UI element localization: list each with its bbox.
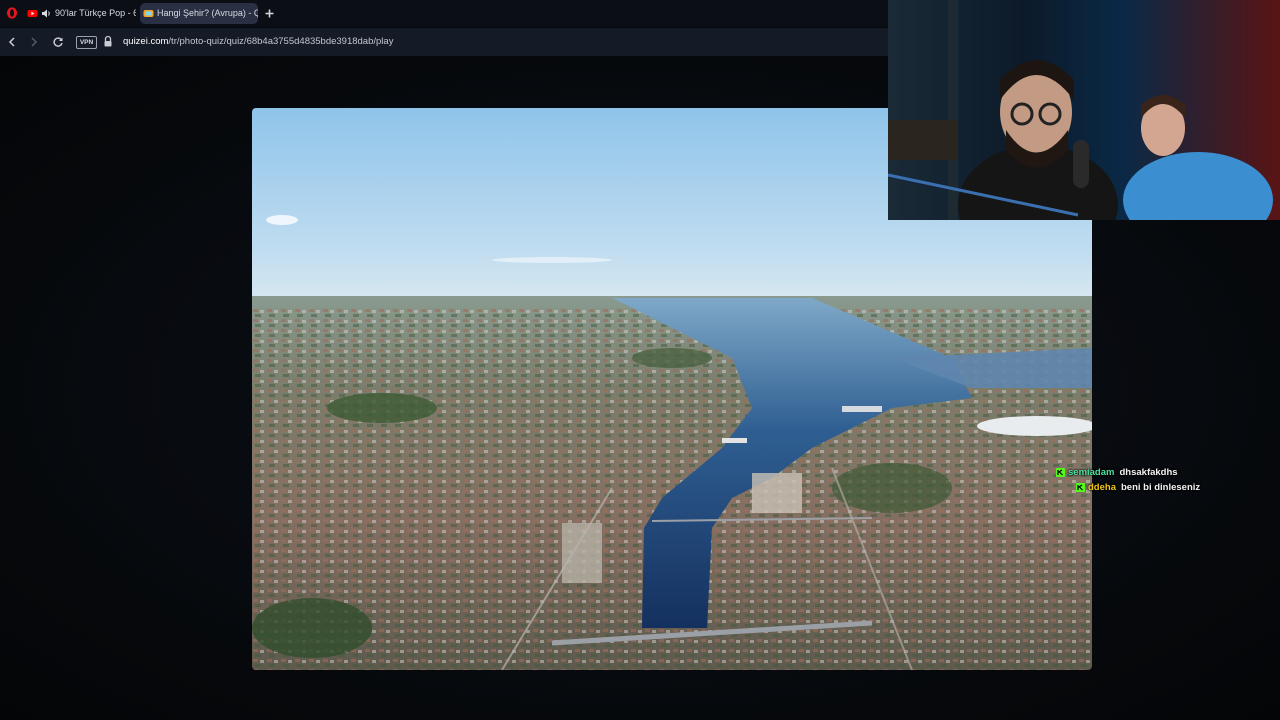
url-host: quizei.com bbox=[123, 36, 169, 47]
tab-title: 90'lar Türkçe Pop - 6 bbox=[55, 8, 136, 18]
chat-text: dhsakfakdhs bbox=[1119, 467, 1178, 478]
screen: 90'lar Türkçe Pop - 6 Hangi Şehir? (Avru… bbox=[0, 0, 1280, 720]
chat-username[interactable]: semiadam bbox=[1068, 465, 1114, 480]
reload-icon[interactable] bbox=[51, 35, 65, 49]
forward-icon[interactable] bbox=[27, 35, 41, 49]
chat-message: semiadam dhsakfakdhs bbox=[1056, 465, 1271, 480]
youtube-icon bbox=[27, 10, 38, 17]
tab-music[interactable]: 90'lar Türkçe Pop - 6 bbox=[24, 3, 136, 24]
kick-badge-icon bbox=[1076, 483, 1085, 492]
address-bar: VPN quizei.com/tr/photo-quiz/quiz/68b4a3… bbox=[0, 28, 888, 56]
kick-badge-icon bbox=[1056, 468, 1065, 477]
webcam-feed bbox=[888, 0, 1280, 220]
stream-chat: semiadam dhsakfakdhs ddeha beni bi dinle… bbox=[1056, 465, 1271, 495]
streamer-webcam bbox=[888, 0, 1280, 220]
speaker-icon[interactable] bbox=[41, 8, 52, 19]
opera-logo-icon[interactable] bbox=[6, 7, 18, 19]
url-path: /tr/photo-quiz/quiz/68b4a3755d4835bde391… bbox=[168, 36, 394, 47]
browser-tab-bar: 90'lar Türkçe Pop - 6 Hangi Şehir? (Avru… bbox=[0, 0, 888, 27]
vpn-badge[interactable]: VPN bbox=[76, 36, 97, 49]
back-icon[interactable] bbox=[5, 35, 19, 49]
chat-message: ddeha beni bi dinleseniz bbox=[1076, 480, 1271, 495]
chat-username[interactable]: ddeha bbox=[1088, 480, 1116, 495]
tab-quiz-active[interactable]: Hangi Şehir? (Avrupa) - Q bbox=[140, 3, 258, 24]
quizei-icon bbox=[143, 10, 154, 17]
tab-title: Hangi Şehir? (Avrupa) - Q bbox=[157, 8, 258, 18]
chat-text: beni bi dinleseniz bbox=[1120, 482, 1201, 493]
url-field[interactable]: quizei.com/tr/photo-quiz/quiz/68b4a3755d… bbox=[123, 36, 393, 47]
lock-icon[interactable] bbox=[103, 35, 113, 48]
plus-icon[interactable] bbox=[262, 6, 277, 21]
